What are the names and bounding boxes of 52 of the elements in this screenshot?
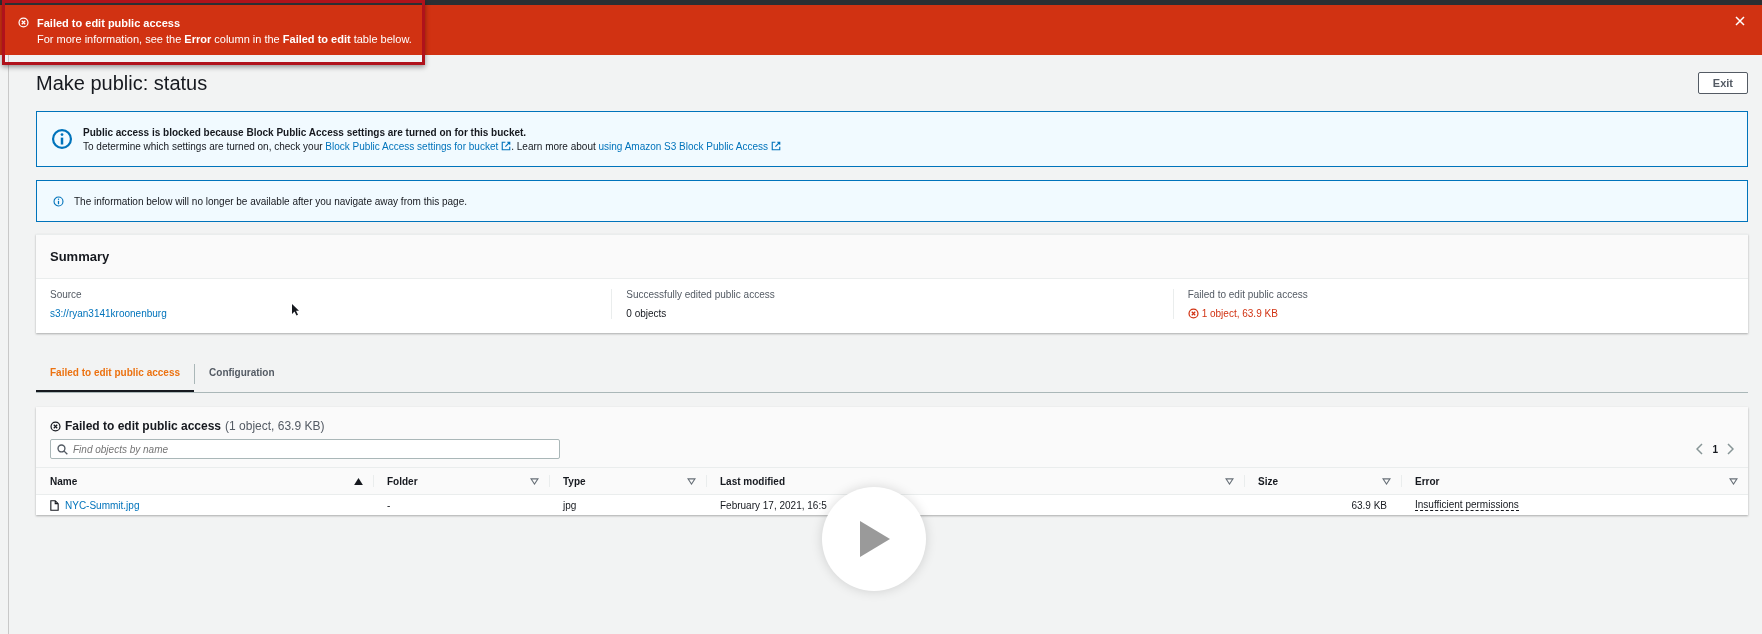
sort-icon[interactable] (1729, 477, 1738, 485)
sort-icon[interactable] (1382, 477, 1391, 485)
summary-label: Failed to edit public access (1187, 289, 1309, 300)
table-title: Failed to edit public access (1 object, 63.9 KB) (50, 419, 1734, 433)
column-header[interactable]: Folder (373, 467, 549, 495)
alert-text: The information below will no longer be available after you navigate away from this page. (74, 195, 467, 207)
help-link[interactable]: using Amazon S3 Block Public Access (598, 140, 782, 152)
page-number[interactable]: 1 (1712, 443, 1718, 455)
sort-icon[interactable] (1225, 477, 1234, 485)
alert-title: Public access is blocked because Block Public Access settings are turned on for this bucket. (83, 126, 528, 138)
tab[interactable]: Configuration (195, 355, 289, 392)
sort-ascending-icon[interactable] (354, 477, 363, 485)
banner-title: Failed to edit public access (37, 17, 182, 29)
error-icon (50, 420, 61, 432)
cursor-icon (292, 304, 300, 316)
summary-label: Successfully edited public access (626, 289, 776, 300)
table-cell: jpg (563, 499, 577, 511)
column-header[interactable]: Size (1244, 467, 1401, 495)
summary-label: Source (50, 289, 83, 300)
search-field[interactable]: Find objects by name (50, 439, 560, 459)
column-header[interactable]: Type (549, 467, 706, 495)
exit-button[interactable]: Exit (1697, 72, 1748, 94)
object-link[interactable]: NYC-Summit.jpg (65, 499, 140, 511)
table-cell: February 17, 2021, 16:5 (720, 499, 827, 511)
summary-error-value: 1 object, 63.9 KB (1187, 308, 1720, 319)
previous-page-button[interactable] (1696, 443, 1705, 455)
close-button[interactable] (1734, 15, 1746, 27)
file-icon (50, 499, 59, 511)
column-header[interactable]: Name (36, 467, 373, 495)
summary-value: 0 objects (626, 308, 668, 319)
help-link[interactable]: Block Public Access settings for bucket (325, 140, 512, 152)
sort-icon[interactable] (530, 477, 539, 485)
external-link-icon (771, 140, 782, 151)
table-cell: 63.9 KB (1351, 499, 1387, 511)
alert-text: To determine which settings are turned on, check your Block Public Access settings for bucket . Learn more about using Amazon S3 Block Public Access (83, 140, 782, 152)
column-header[interactable]: Error (1401, 467, 1748, 495)
external-link-icon (501, 140, 512, 151)
info-icon (51, 128, 73, 150)
next-page-button[interactable] (1726, 443, 1734, 455)
error-icon (1187, 308, 1199, 319)
object-count: (1 object, 63.9 KB) (225, 419, 325, 433)
source-link[interactable]: s3://ryan3141kroonenburg (50, 308, 598, 319)
error-icon (18, 17, 29, 28)
column-header[interactable]: Last modified (706, 467, 1244, 495)
error-text: Insufficient permissions (1415, 499, 1519, 511)
search-icon (57, 444, 68, 455)
banner-message: For more information, see the Error column in the Failed to edit table below. (37, 33, 413, 45)
info-icon (53, 195, 64, 207)
page-title: Make public: status (36, 71, 208, 95)
summary-title: Summary (50, 249, 111, 264)
table-cell: - (387, 499, 391, 511)
sort-icon[interactable] (687, 477, 696, 485)
